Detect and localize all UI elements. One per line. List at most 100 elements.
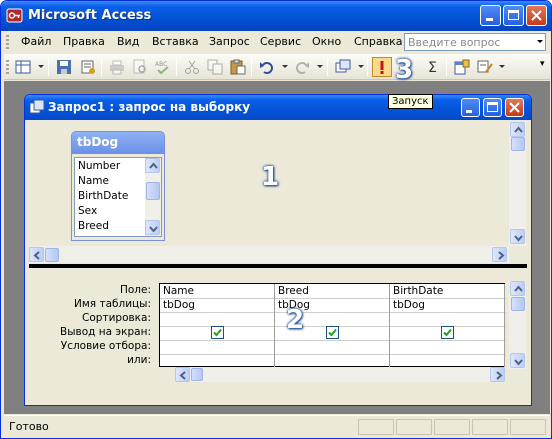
- properties-button[interactable]: [78, 57, 98, 77]
- show-checkbox[interactable]: [441, 326, 454, 339]
- close-button[interactable]: [526, 5, 547, 26]
- maximize-icon: [508, 10, 519, 20]
- scroll-up-button[interactable]: [145, 158, 160, 173]
- maximize-button[interactable]: [503, 5, 524, 26]
- grid-table-cell[interactable]: tbDog: [393, 299, 425, 311]
- scroll-up-button[interactable]: [510, 281, 525, 296]
- undo-dropdown-icon[interactable]: [282, 65, 288, 68]
- app-title: Microsoft Access: [28, 8, 152, 23]
- scroll-down-button[interactable]: [510, 353, 525, 368]
- field-list-title[interactable]: tbDog: [72, 132, 164, 154]
- pane-splitter[interactable]: [29, 264, 527, 268]
- scroll-left-button[interactable]: [175, 367, 190, 382]
- query-window-titlebar[interactable]: Запрос1 : запрос на выборку: [25, 95, 531, 120]
- spelling-button[interactable]: ABC: [153, 57, 173, 77]
- grid-field-cell[interactable]: Name: [163, 285, 194, 297]
- totals-button[interactable]: Σ: [424, 57, 444, 77]
- menu-edit[interactable]: Правка: [63, 35, 105, 48]
- app-titlebar[interactable]: Microsoft Access: [1, 1, 551, 31]
- row-label-field: Поле:: [119, 284, 151, 296]
- table-pane-vscroll[interactable]: [509, 122, 526, 246]
- field-list-body: Number Name BirthDate Sex Breed: [74, 157, 162, 237]
- toolbar-grip[interactable]: [6, 60, 9, 74]
- grid-field-cell[interactable]: BirthDate: [393, 285, 443, 297]
- builder-dropdown-icon[interactable]: [499, 65, 505, 68]
- grid-hscroll[interactable]: [175, 367, 505, 382]
- field-item[interactable]: Breed: [78, 220, 109, 232]
- menu-grip[interactable]: [6, 35, 9, 49]
- field-list-scrollbar[interactable]: [145, 158, 161, 236]
- redo-button[interactable]: [292, 57, 312, 77]
- save-button[interactable]: [54, 57, 74, 77]
- builder-button[interactable]: [475, 57, 495, 77]
- show-checkbox[interactable]: [326, 326, 339, 339]
- paste-button[interactable]: [228, 57, 248, 77]
- arrow-down-icon: [514, 235, 523, 242]
- toolbar-options-icon[interactable]: ▾: [540, 59, 545, 69]
- menu-help[interactable]: Справка: [354, 35, 402, 48]
- scroll-thumb[interactable]: [146, 182, 160, 200]
- redo-dropdown-icon[interactable]: [317, 65, 323, 68]
- grid-vscroll[interactable]: [509, 281, 526, 369]
- toolbar-separator: [48, 58, 49, 76]
- table-pane-hscroll[interactable]: [29, 246, 509, 263]
- help-placeholder: Введите вопрос: [408, 36, 501, 49]
- field-item[interactable]: Sex: [78, 205, 97, 217]
- help-dropdown-icon[interactable]: [537, 40, 543, 43]
- menu-window[interactable]: Окно: [312, 35, 341, 48]
- field-list-tbDog[interactable]: tbDog Number Name BirthDate Sex Breed: [71, 131, 165, 241]
- query-maximize-button[interactable]: [483, 98, 502, 117]
- query-type-dropdown-icon[interactable]: [358, 65, 364, 68]
- menu-view[interactable]: Вид: [117, 35, 139, 48]
- scroll-thumb[interactable]: [45, 248, 59, 262]
- query-close-button[interactable]: [505, 98, 524, 117]
- copy-icon: [207, 59, 223, 75]
- design-grid-pane[interactable]: Поле: Имя таблицы: Сортировка: Вывод на …: [29, 271, 527, 391]
- design-grid[interactable]: Name Breed BirthDate tbDog tbDog tbDog: [159, 283, 506, 368]
- cut-button[interactable]: [182, 57, 202, 77]
- scroll-up-button[interactable]: [510, 122, 525, 137]
- field-item[interactable]: Name: [78, 175, 109, 187]
- table-pane[interactable]: tbDog Number Name BirthDate Sex Breed 1: [29, 122, 527, 263]
- help-search-input[interactable]: Введите вопрос: [404, 33, 546, 51]
- arrow-up-icon: [514, 126, 523, 133]
- minimize-icon: [486, 18, 493, 21]
- menu-query[interactable]: Запрос: [209, 35, 250, 48]
- show-table-button[interactable]: [452, 57, 472, 77]
- minimize-button[interactable]: [480, 5, 501, 26]
- view-dropdown-icon[interactable]: [38, 65, 44, 68]
- scroll-thumb[interactable]: [511, 297, 525, 311]
- grid-table-cell[interactable]: tbDog: [163, 299, 195, 311]
- menu-file[interactable]: Файл: [21, 35, 51, 48]
- scroll-left-button[interactable]: [29, 247, 44, 262]
- paste-icon: [230, 59, 246, 75]
- print-button[interactable]: [107, 57, 127, 77]
- scroll-down-button[interactable]: [510, 229, 525, 244]
- grid-field-cell[interactable]: Breed: [278, 285, 309, 297]
- query-type-button[interactable]: [333, 57, 353, 77]
- toolbar-separator: [176, 58, 177, 76]
- scroll-thumb[interactable]: [191, 368, 203, 381]
- print-preview-button[interactable]: [130, 57, 150, 77]
- status-panel: [510, 419, 546, 435]
- access-window: Microsoft Access Файл Правка Вид Вставка…: [0, 0, 552, 439]
- field-item[interactable]: BirthDate: [78, 190, 128, 202]
- scroll-thumb[interactable]: [511, 137, 525, 151]
- row-label-or: или:: [127, 354, 151, 366]
- run-button[interactable]: [372, 57, 392, 77]
- view-button[interactable]: [13, 57, 33, 77]
- query-minimize-button[interactable]: [461, 98, 480, 117]
- show-checkbox[interactable]: [211, 326, 224, 339]
- scroll-right-button[interactable]: [490, 367, 505, 382]
- menu-tools[interactable]: Сервис: [260, 35, 301, 48]
- scroll-down-button[interactable]: [145, 220, 160, 235]
- grid-line: [389, 284, 390, 368]
- copy-button[interactable]: [205, 57, 225, 77]
- menu-insert[interactable]: Вставка: [152, 35, 199, 48]
- scroll-right-button[interactable]: [492, 247, 507, 262]
- field-item[interactable]: Number: [78, 160, 120, 172]
- annotation-1: 1: [261, 162, 280, 192]
- arrow-down-icon: [149, 226, 158, 233]
- status-panel: [434, 419, 470, 435]
- undo-button[interactable]: [257, 57, 277, 77]
